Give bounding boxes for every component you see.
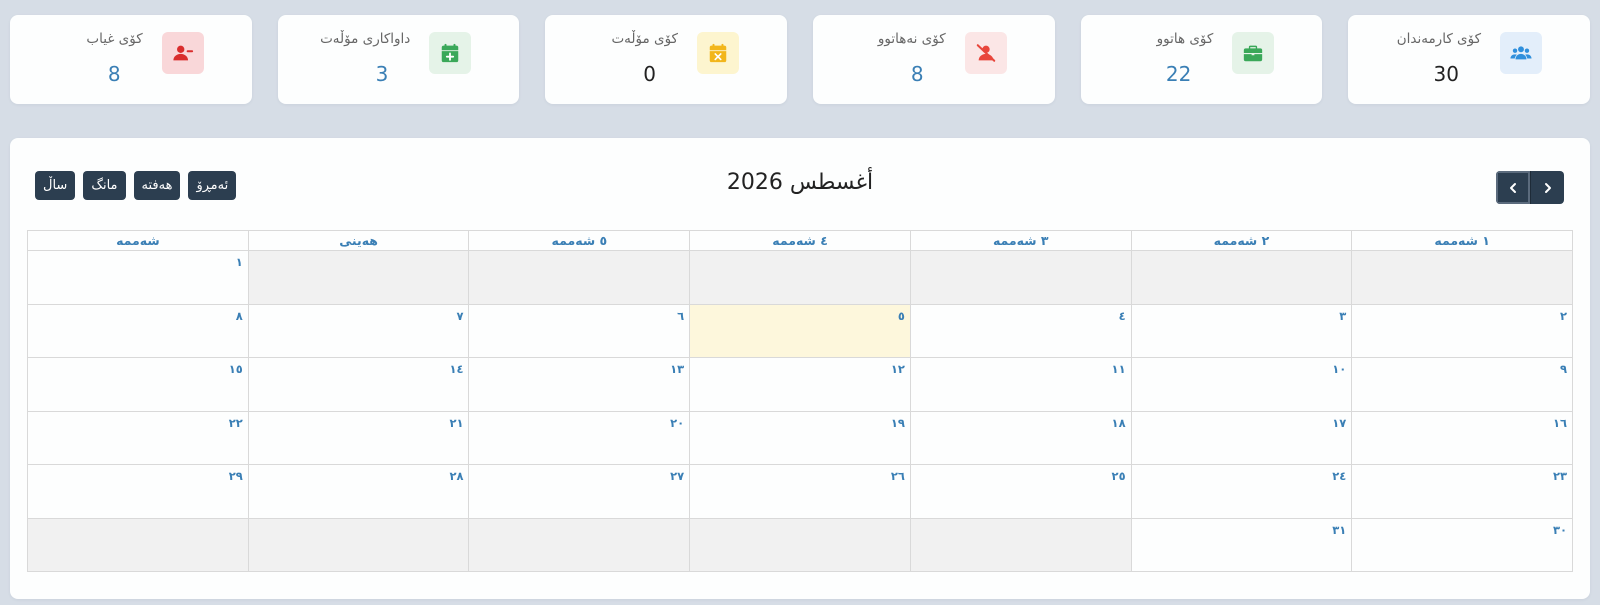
day-cell[interactable] xyxy=(909,517,1132,572)
week-row: ١٦ ١٧ ١٨ ١٩ ٢٠ ٢١ ٢٢ xyxy=(27,410,1573,465)
stat-label: کۆی غیاب xyxy=(86,31,143,47)
day-cell[interactable] xyxy=(27,517,249,572)
stat-card-present: کۆی هاتوو 22 xyxy=(1080,15,1323,104)
day-cell[interactable] xyxy=(247,517,470,572)
stat-card-total-employees: کۆی کارمەندان 30 xyxy=(1348,15,1590,104)
month-view-button[interactable]: مانگ xyxy=(83,171,126,200)
day-cell[interactable]: ١١ xyxy=(909,357,1132,412)
day-cell[interactable]: ٢١ xyxy=(247,410,470,465)
weekday-header: ١ شەممە xyxy=(1351,230,1573,251)
day-cell[interactable] xyxy=(247,250,470,305)
weekday-header-row: ١ شەممە ٢ شەممە ٣ شەممە ٤ شەممە ٥ شەممە … xyxy=(27,230,1573,251)
day-cell[interactable]: ٢٩ xyxy=(27,464,249,519)
day-cell[interactable]: ٨ xyxy=(27,303,249,358)
day-cell[interactable] xyxy=(1130,250,1353,305)
day-cell[interactable]: ٢ xyxy=(1351,303,1573,358)
day-cell[interactable]: ٣ xyxy=(1130,303,1353,358)
day-cell[interactable]: ١٤ xyxy=(247,357,470,412)
day-cell[interactable] xyxy=(689,517,911,572)
day-cell[interactable]: ٤ xyxy=(909,303,1132,358)
year-view-button[interactable]: ساڵ xyxy=(35,171,76,200)
view-switcher: ئەمڕۆ هەفتە مانگ ساڵ xyxy=(35,171,237,200)
day-cell[interactable]: ١٣ xyxy=(468,357,691,412)
month-grid: ١ شەممە ٢ شەممە ٣ شەممە ٤ شەممە ٥ شەممە … xyxy=(27,230,1573,572)
stat-value: 8 xyxy=(910,62,924,86)
stat-card-leave-requests: داواکاری مۆڵەت 3 xyxy=(277,15,520,104)
today-button[interactable]: ئەمڕۆ xyxy=(188,171,237,200)
calendar-x-icon xyxy=(696,32,739,74)
day-cell[interactable]: ٩ xyxy=(1351,357,1573,412)
day-cell[interactable]: ٥ xyxy=(689,303,911,358)
weekday-header: ٥ شەممە xyxy=(468,230,691,251)
user-slash-icon xyxy=(964,32,1007,74)
day-cell[interactable] xyxy=(909,250,1132,305)
day-cell[interactable]: ٢٠ xyxy=(468,410,691,465)
stat-label: داواکاری مۆڵەت xyxy=(320,31,411,47)
stat-label: کۆی هاتوو xyxy=(1156,31,1214,47)
weekday-header: هەینی xyxy=(247,230,470,251)
weekday-header: ٤ شەممە xyxy=(689,230,911,251)
day-cell[interactable]: ١٥ xyxy=(27,357,249,412)
week-view-button[interactable]: هەفتە xyxy=(133,171,181,200)
day-cell[interactable]: ٣٠ xyxy=(1351,517,1573,572)
day-cell[interactable]: ١ xyxy=(27,250,249,305)
day-cell[interactable]: ٢٧ xyxy=(468,464,691,519)
stat-label: کۆی نەهاتوو xyxy=(877,31,946,47)
briefcase-icon xyxy=(1232,32,1275,74)
week-row: ٩ ١٠ ١١ ١٢ ١٣ ١٤ ١٥ xyxy=(27,357,1573,412)
day-cell[interactable]: ١٨ xyxy=(909,410,1132,465)
day-cell[interactable] xyxy=(689,250,911,305)
users-icon xyxy=(1500,32,1542,74)
stat-value: 22 xyxy=(1165,62,1192,86)
calendar-plus-icon xyxy=(429,32,472,74)
stat-label: کۆی مۆڵەت xyxy=(611,31,678,47)
stat-card-leave: کۆی مۆڵەت 0 xyxy=(545,15,787,104)
stat-value: 3 xyxy=(375,62,389,86)
weekday-header: ٣ شەممە xyxy=(909,230,1132,251)
day-cell[interactable] xyxy=(468,517,691,572)
calendar-card: أغسطس 2026 ئەمڕۆ هەفتە مانگ ساڵ ١ شەممە … xyxy=(10,138,1590,599)
stat-value: 8 xyxy=(107,62,121,86)
day-cell[interactable]: ٣١ xyxy=(1130,517,1353,572)
week-row: ٢٣ ٢٤ ٢٥ ٢٦ ٢٧ ٢٨ ٢٩ xyxy=(27,464,1573,519)
day-cell[interactable]: ٢٢ xyxy=(27,410,249,465)
day-cell[interactable]: ٢٨ xyxy=(247,464,470,519)
weekday-header: شەممە xyxy=(27,230,249,251)
weekday-header: ٢ شەممە xyxy=(1130,230,1353,251)
week-row: ٣٠ ٣١ xyxy=(27,517,1573,572)
day-cell[interactable]: ٢٥ xyxy=(909,464,1132,519)
calendar-title: أغسطس 2026 xyxy=(726,170,874,195)
day-cell[interactable] xyxy=(468,250,691,305)
day-cell[interactable]: ٢٤ xyxy=(1130,464,1353,519)
day-cell[interactable]: ٢٦ xyxy=(689,464,911,519)
day-cell[interactable]: ١٩ xyxy=(689,410,911,465)
day-cell[interactable]: ٦ xyxy=(468,303,691,358)
day-cell[interactable]: ١٦ xyxy=(1351,410,1573,465)
user-minus-icon xyxy=(161,32,204,74)
stat-card-absent: کۆی نەهاتوو 8 xyxy=(812,15,1055,104)
day-cell[interactable]: ١٢ xyxy=(689,357,911,412)
day-cell[interactable] xyxy=(1351,250,1573,305)
day-cell[interactable]: ١٧ xyxy=(1130,410,1353,465)
stat-value: 30 xyxy=(1433,62,1459,86)
stats-row: کۆی کارمەندان 30 کۆی هاتوو 22 کۆی نەهاتو… xyxy=(9,15,1590,104)
stat-card-absence: کۆی غیاب 8 xyxy=(9,15,252,104)
week-row: ٢ ٣ ٤ ٥ ٦ ٧ ٨ xyxy=(27,303,1573,358)
stat-label: کۆی کارمەندان xyxy=(1396,31,1481,47)
week-row: ١ xyxy=(27,250,1573,305)
stat-value: 0 xyxy=(643,62,656,86)
day-cell[interactable]: ٢٣ xyxy=(1351,464,1573,519)
day-cell[interactable]: ٧ xyxy=(247,303,470,358)
day-cell[interactable]: ١٠ xyxy=(1130,357,1353,412)
